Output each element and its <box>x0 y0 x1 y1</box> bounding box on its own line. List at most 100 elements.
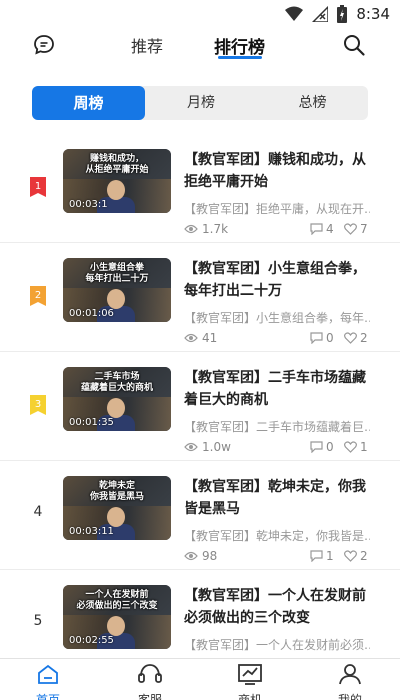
battery-charging-icon <box>337 5 348 23</box>
video-thumbnail[interactable]: 乾坤未定 你我皆是黑马 00:03:11 <box>63 476 171 540</box>
thumbnail-caption: 二手车市场 蕴藏着巨大的商机 <box>63 372 171 394</box>
comment-icon <box>310 441 323 453</box>
bottom-nav-home-label: 首页 <box>35 693 60 700</box>
like-count[interactable]: 2 <box>344 549 368 563</box>
thumbnail-caption: 一个人在发财前 必须做出的三个改变 <box>63 590 171 612</box>
video-title[interactable]: 【教官军团】小生意组合拳，每年打出二十万 <box>184 258 374 302</box>
video-title[interactable]: 【教官军团】一个人在发财前必须做出的三个改变 <box>184 585 374 629</box>
video-description: 【教官军团】一个人在发财前必须… <box>184 638 370 652</box>
tab-ranking[interactable]: 排行榜 <box>214 33 265 58</box>
comment-count[interactable]: 0 <box>310 331 334 345</box>
status-time: 8:34 <box>356 5 390 23</box>
video-thumbnail[interactable]: 一个人在发财前 必须做出的三个改变 00:02:55 <box>63 585 171 649</box>
video-thumbnail[interactable]: 二手车市场 蕴藏着巨大的商机 00:01:35 <box>63 367 171 431</box>
video-duration: 00:03:1 <box>69 199 108 210</box>
headset-icon <box>138 664 162 683</box>
video-title[interactable]: 【教官军团】二手车市场蕴藏着巨大的商机 <box>184 367 374 411</box>
bottom-nav: 首页 客服 商机 我的 <box>0 658 400 700</box>
thumbnail-caption: 赚钱和成功， 从拒绝平庸开始 <box>63 154 171 176</box>
comment-icon <box>310 550 323 562</box>
comment-count-value: 0 <box>326 331 334 345</box>
list-item[interactable]: 2 小生意组合拳 每年打出二十万 00:01:06 【教官军团】小生意组合拳，每年… <box>0 242 400 352</box>
no-signal-icon <box>312 6 329 22</box>
chat-icon[interactable] <box>32 33 56 57</box>
thumbnail-caption-line: 乾坤未定 <box>98 481 135 491</box>
segment-monthly[interactable]: 月榜 <box>145 86 257 120</box>
video-title[interactable]: 【教官军团】赚钱和成功，从拒绝平庸开始 <box>184 149 374 193</box>
status-icons: 8:34 <box>285 5 390 23</box>
comment-count-value: 4 <box>326 222 334 236</box>
rank-number: 3 <box>35 399 41 410</box>
thumbnail-caption-line: 蕴藏着巨大的商机 <box>80 383 153 393</box>
bottom-nav-home[interactable]: 首页 <box>18 663 78 700</box>
like-count[interactable]: 1 <box>344 440 368 454</box>
like-count-value: 7 <box>360 222 368 236</box>
like-count[interactable]: 7 <box>344 222 368 236</box>
video-stats: 41 0 2 <box>184 331 370 347</box>
heart-icon <box>344 332 357 344</box>
comment-count[interactable]: 4 <box>310 222 334 236</box>
thumbnail-caption-line: 赚钱和成功， <box>89 154 144 164</box>
video-description: 【教官军团】二手车市场蕴藏着巨… <box>184 420 370 434</box>
like-count-value: 2 <box>360 549 368 563</box>
video-duration: 00:02:55 <box>69 635 114 646</box>
comment-count-value: 1 <box>326 549 334 563</box>
thumbnail-person-head <box>107 180 125 200</box>
heart-icon <box>344 223 357 235</box>
heart-icon <box>344 550 357 562</box>
top-nav: 推荐 排行榜 <box>0 30 400 70</box>
video-thumbnail[interactable]: 赚钱和成功， 从拒绝平庸开始 00:03:1 <box>63 149 171 213</box>
user-icon <box>339 664 361 685</box>
like-count-value: 1 <box>360 440 368 454</box>
ranking-period-selector: 周榜 月榜 总榜 <box>32 86 368 120</box>
thumbnail-caption-line: 小生意组合拳 <box>89 263 144 273</box>
chart-icon <box>238 664 262 685</box>
like-count[interactable]: 2 <box>344 331 368 345</box>
bottom-nav-opportunity-label: 商机 <box>237 693 262 700</box>
video-description: 【教官军团】乾坤未定，你我皆是… <box>184 529 370 543</box>
comment-icon <box>310 223 323 235</box>
list-item[interactable]: 3 二手车市场 蕴藏着巨大的商机 00:01:35 【教官军团】二手车市场蕴藏着巨… <box>0 351 400 461</box>
list-item[interactable]: 4 乾坤未定 你我皆是黑马 00:03:11 【教官军团】乾坤未定，你我皆是黑马 … <box>0 460 400 570</box>
comment-count[interactable]: 1 <box>310 549 334 563</box>
video-description: 【教官军团】小生意组合拳，每年… <box>184 311 370 325</box>
view-count-value: 98 <box>202 549 218 563</box>
video-stats: 98 1 2 <box>184 549 370 565</box>
eye-icon <box>184 224 198 234</box>
segment-all-time[interactable]: 总榜 <box>257 86 368 120</box>
video-title[interactable]: 【教官军团】乾坤未定，你我皆是黑马 <box>184 476 374 520</box>
view-count-value: 1.0w <box>202 440 231 454</box>
rank-number: 2 <box>35 290 41 301</box>
view-count: 1.0w <box>184 440 231 454</box>
wifi-icon <box>285 6 304 21</box>
thumbnail-caption-line: 每年打出二十万 <box>85 274 149 284</box>
thumbnail-caption-line: 二手车市场 <box>94 372 140 382</box>
thumbnail-caption-line: 一个人在发财前 <box>85 590 149 600</box>
video-stats: 1.0w 0 1 <box>184 440 370 456</box>
rank-number: 1 <box>35 181 41 192</box>
rank-number: 4 <box>33 504 43 520</box>
thumbnail-person-head <box>107 616 125 636</box>
video-duration: 00:01:35 <box>69 417 114 428</box>
list-item[interactable]: 1 赚钱和成功， 从拒绝平庸开始 00:03:1 【教官军团】赚钱和成功，从拒绝平… <box>0 133 400 243</box>
thumbnail-caption-line: 你我皆是黑马 <box>89 492 144 502</box>
view-count: 41 <box>184 331 217 345</box>
rank-number: 5 <box>33 613 43 629</box>
segment-weekly[interactable]: 周榜 <box>32 86 145 120</box>
bottom-nav-opportunity[interactable]: 商机 <box>220 663 280 700</box>
thumbnail-caption-line: 必须做出的三个改变 <box>76 601 158 611</box>
view-count-value: 41 <box>202 331 218 345</box>
home-icon <box>38 664 58 684</box>
comment-count[interactable]: 0 <box>310 440 334 454</box>
bottom-nav-me[interactable]: 我的 <box>320 663 380 700</box>
bottom-nav-me-label: 我的 <box>337 693 362 700</box>
video-thumbnail[interactable]: 小生意组合拳 每年打出二十万 00:01:06 <box>63 258 171 322</box>
active-tab-indicator <box>218 56 262 59</box>
bottom-nav-service[interactable]: 客服 <box>120 663 180 700</box>
comment-count-value: 0 <box>326 440 334 454</box>
rank-badge: 2 <box>30 286 46 306</box>
thumbnail-caption: 小生意组合拳 每年打出二十万 <box>63 263 171 285</box>
tab-recommend[interactable]: 推荐 <box>131 33 163 57</box>
heart-icon <box>344 441 357 453</box>
search-icon[interactable] <box>342 33 366 57</box>
